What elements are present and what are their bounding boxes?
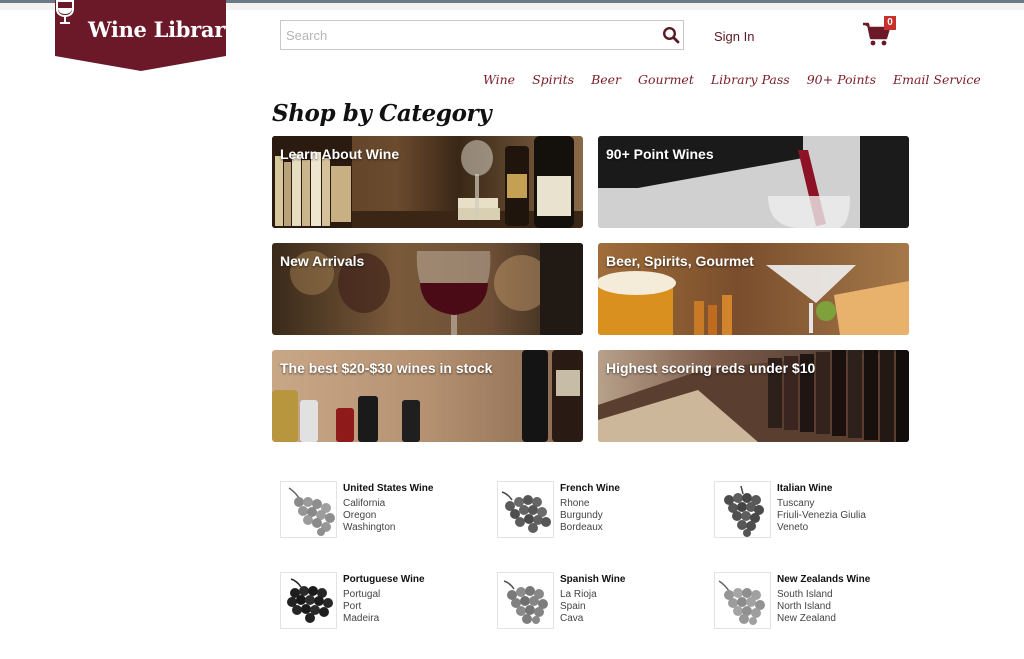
region-link[interactable]: California xyxy=(343,498,385,509)
region-link[interactable]: New Zealand xyxy=(777,613,836,624)
region-link[interactable]: Portugal xyxy=(343,589,380,600)
region-united-states: United States Wine California Oregon Was… xyxy=(280,481,480,539)
region-title[interactable]: French Wine xyxy=(560,483,620,494)
grapes-icon xyxy=(287,578,333,623)
grapes-thumbnail[interactable] xyxy=(280,481,337,538)
category-tile-new-arrivals[interactable]: New Arrivals xyxy=(272,243,583,335)
logo-text: Wine Library xyxy=(88,17,237,42)
region-link[interactable]: Friuli-Venezia Giulia xyxy=(777,510,866,521)
region-title[interactable]: Portuguese Wine xyxy=(343,574,425,585)
region-link[interactable]: North Island xyxy=(777,601,831,612)
tile-label: Beer, Spirits, Gourmet xyxy=(606,253,754,269)
nav-item-spirits[interactable]: Spirits xyxy=(532,72,574,87)
region-link[interactable]: Tuscany xyxy=(777,498,814,509)
tile-label: 90+ Point Wines xyxy=(606,146,714,162)
region-link[interactable]: La Rioja xyxy=(560,589,597,600)
nav-item-email-service[interactable]: Email Service xyxy=(893,72,981,87)
sign-in-link[interactable]: Sign In xyxy=(714,29,754,44)
category-tile-beer-spirits-gourmet[interactable]: Beer, Spirits, Gourmet xyxy=(598,243,909,335)
nav-item-beer[interactable]: Beer xyxy=(591,72,621,87)
category-tile-learn-about-wine[interactable]: Learn About Wine xyxy=(272,136,583,228)
tile-label: The best $20-$30 wines in stock xyxy=(280,360,493,376)
category-tile-90-point-wines[interactable]: 90+ Point Wines xyxy=(598,136,909,228)
grapes-thumbnail[interactable] xyxy=(497,572,554,629)
region-title[interactable]: Spanish Wine xyxy=(560,574,625,585)
tile-label: New Arrivals xyxy=(280,253,365,269)
grapes-thumbnail[interactable] xyxy=(714,572,771,629)
nav-item-library-pass[interactable]: Library Pass xyxy=(711,72,790,87)
region-title[interactable]: New Zealands Wine xyxy=(777,574,870,585)
region-link[interactable]: Spain xyxy=(560,601,586,612)
region-link[interactable]: Burgundy xyxy=(560,510,603,521)
nav-item-gourmet[interactable]: Gourmet xyxy=(638,72,694,87)
wine-glass-icon xyxy=(56,0,74,24)
nav-item-90-points[interactable]: 90+ Points xyxy=(807,72,876,87)
region-title[interactable]: Italian Wine xyxy=(777,483,832,494)
cart-button[interactable]: 0 xyxy=(862,16,896,48)
region-link[interactable]: Port xyxy=(343,601,361,612)
category-tile-best-20-30-wines[interactable]: The best $20-$30 wines in stock xyxy=(272,350,583,442)
region-link[interactable]: South Island xyxy=(777,589,833,600)
region-portugal: Portuguese Wine Portugal Port Madeira xyxy=(280,572,480,630)
tile-label: Learn About Wine xyxy=(280,146,400,162)
main-nav: Wine Spirits Beer Gourmet Library Pass 9… xyxy=(483,72,981,87)
region-link[interactable]: Cava xyxy=(560,613,583,624)
grapes-icon xyxy=(718,580,765,625)
region-link[interactable]: Veneto xyxy=(777,522,808,533)
grapes-icon xyxy=(501,491,551,533)
site-logo[interactable]: Wine Library xyxy=(55,0,237,71)
category-tile-highest-scoring-reds[interactable]: Highest scoring reds under $10 xyxy=(598,350,909,442)
region-spain: Spanish Wine La Rioja Spain Cava xyxy=(497,572,697,630)
region-link[interactable]: Bordeaux xyxy=(560,522,603,533)
cart-count-badge: 0 xyxy=(884,16,896,30)
search-input[interactable] xyxy=(281,21,651,49)
grapes-icon xyxy=(503,580,548,624)
region-link[interactable]: Washington xyxy=(343,522,395,533)
grapes-icon xyxy=(724,485,764,537)
region-link[interactable]: Oregon xyxy=(343,510,376,521)
region-new-zealand: New Zealands Wine South Island North Isl… xyxy=(714,572,914,630)
tile-label: Highest scoring reds under $10 xyxy=(606,360,816,376)
grapes-thumbnail[interactable] xyxy=(497,481,554,538)
page-title: Shop by Category xyxy=(272,100,492,127)
region-italy: Italian Wine Tuscany Friuli-Venezia Giul… xyxy=(714,481,914,539)
region-link[interactable]: Madeira xyxy=(343,613,379,624)
grapes-thumbnail[interactable] xyxy=(280,572,337,629)
region-title[interactable]: United States Wine xyxy=(343,483,433,494)
region-link[interactable]: Rhone xyxy=(560,498,589,509)
nav-item-wine[interactable]: Wine xyxy=(483,72,515,87)
grapes-icon xyxy=(288,487,335,536)
search-box xyxy=(280,20,684,50)
grapes-thumbnail[interactable] xyxy=(714,481,771,538)
search-icon[interactable] xyxy=(662,26,680,44)
region-france: French Wine Rhone Burgundy Bordeaux xyxy=(497,481,697,539)
